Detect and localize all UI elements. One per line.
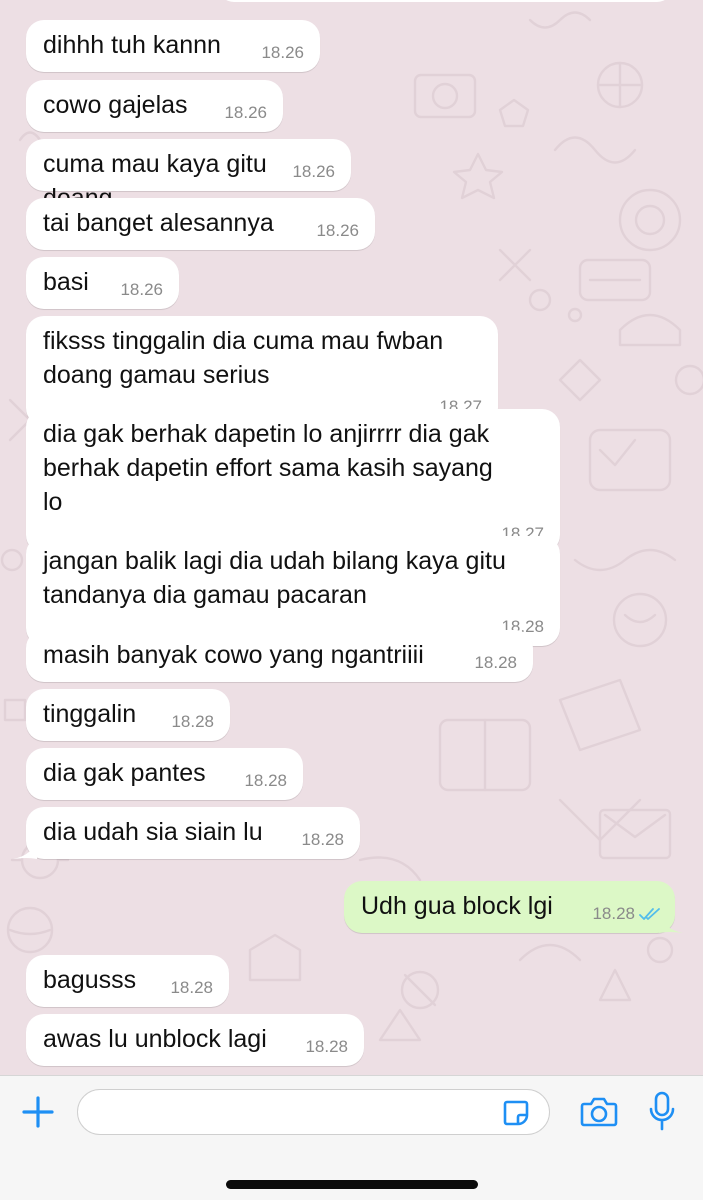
message-time-text: 18.26 — [316, 221, 359, 240]
message-time-text: 18.26 — [261, 43, 304, 62]
plus-icon[interactable] — [18, 1092, 58, 1132]
message-time: 18.28 — [301, 830, 344, 850]
message-time: 18.26 — [316, 221, 359, 241]
incoming-message-bubble[interactable]: tai banget alesannya 18.26 — [26, 198, 375, 250]
camera-icon[interactable] — [578, 1092, 620, 1132]
incoming-message-bubble[interactable]: dia gak pantes 18.28 — [26, 748, 303, 800]
message-time: 18.28 — [170, 978, 213, 998]
message-text: tai banget alesannya — [43, 209, 274, 237]
input-bar — [0, 1075, 703, 1200]
home-indicator — [226, 1180, 478, 1189]
incoming-message-bubble[interactable]: dia gak berhak dapetin lo anjirrrr dia g… — [26, 409, 560, 553]
double-check-icon — [639, 908, 660, 920]
message-time: 18.26 — [224, 103, 267, 123]
message-time-text: 18.28 — [592, 904, 635, 923]
outgoing-bubble-tail — [659, 913, 683, 933]
message-time-text: 18.26 — [224, 103, 267, 122]
message-time-text: 18.28 — [305, 1037, 348, 1056]
incoming-message-bubble[interactable]: tinggalin 18.28 — [26, 689, 230, 741]
message-time: 18.28 — [592, 904, 661, 924]
message-time-text: 18.28 — [170, 978, 213, 997]
incoming-message-bubble[interactable]: cowo gajelas 18.26 — [26, 80, 283, 132]
message-text: awas lu unblock lagi — [43, 1025, 267, 1053]
message-text: dia udah sia siain lu — [43, 818, 263, 846]
message-time-text: 18.26 — [292, 162, 335, 181]
incoming-message-bubble[interactable]: bagusss 18.28 — [26, 955, 229, 1007]
message-time: 18.28 — [305, 1037, 348, 1057]
outgoing-message-bubble[interactable]: Udh gua block lgi 18.28 — [344, 881, 675, 933]
message-time: 18.28 — [244, 771, 287, 791]
message-text: masih banyak cowo yang ngantriiii — [43, 641, 424, 669]
incoming-message-bubble[interactable]: dihhh tuh kannn 18.26 — [26, 20, 320, 72]
message-time: 18.28 — [171, 712, 214, 732]
message-text: dia gak berhak dapetin lo anjirrrr dia g… — [43, 420, 493, 516]
message-time-text: 18.26 — [120, 280, 163, 299]
previous-message-bubble-edge — [218, 0, 673, 2]
chat-area[interactable]: dihhh tuh kannn 18.26 cowo gajelas 18.26 cum… — [0, 0, 703, 1075]
incoming-message-bubble[interactable]: basi 18.26 — [26, 257, 179, 309]
incoming-message-bubble[interactable]: masih banyak cowo yang ngantriiii 18.28 — [26, 630, 533, 682]
message-time: 18.26 — [261, 43, 304, 63]
message-time-text: 18.28 — [301, 830, 344, 849]
incoming-message-bubble[interactable]: awas lu unblock lagi 18.28 — [26, 1014, 364, 1066]
message-input[interactable] — [77, 1089, 550, 1135]
message-text: fiksss tinggalin dia cuma mau fwban doan… — [43, 327, 444, 389]
incoming-message-bubble[interactable]: cuma mau kaya gitu doang18.26 — [26, 139, 351, 212]
message-time-text: 18.28 — [474, 653, 517, 672]
incoming-message-bubble[interactable]: dia udah sia siain lu 18.28 — [26, 807, 360, 859]
incoming-bubble-tail — [13, 839, 37, 859]
message-time: 18.28 — [474, 653, 517, 673]
microphone-icon[interactable] — [644, 1090, 680, 1134]
message-time-text: 18.28 — [171, 712, 214, 731]
message-time-text: 18.28 — [244, 771, 287, 790]
message-time: 18.26 — [120, 280, 163, 300]
message-time: 18.26 — [292, 162, 335, 182]
sticker-icon[interactable] — [498, 1096, 534, 1130]
message-text: jangan balik lagi dia udah bilang kaya g… — [43, 547, 506, 609]
